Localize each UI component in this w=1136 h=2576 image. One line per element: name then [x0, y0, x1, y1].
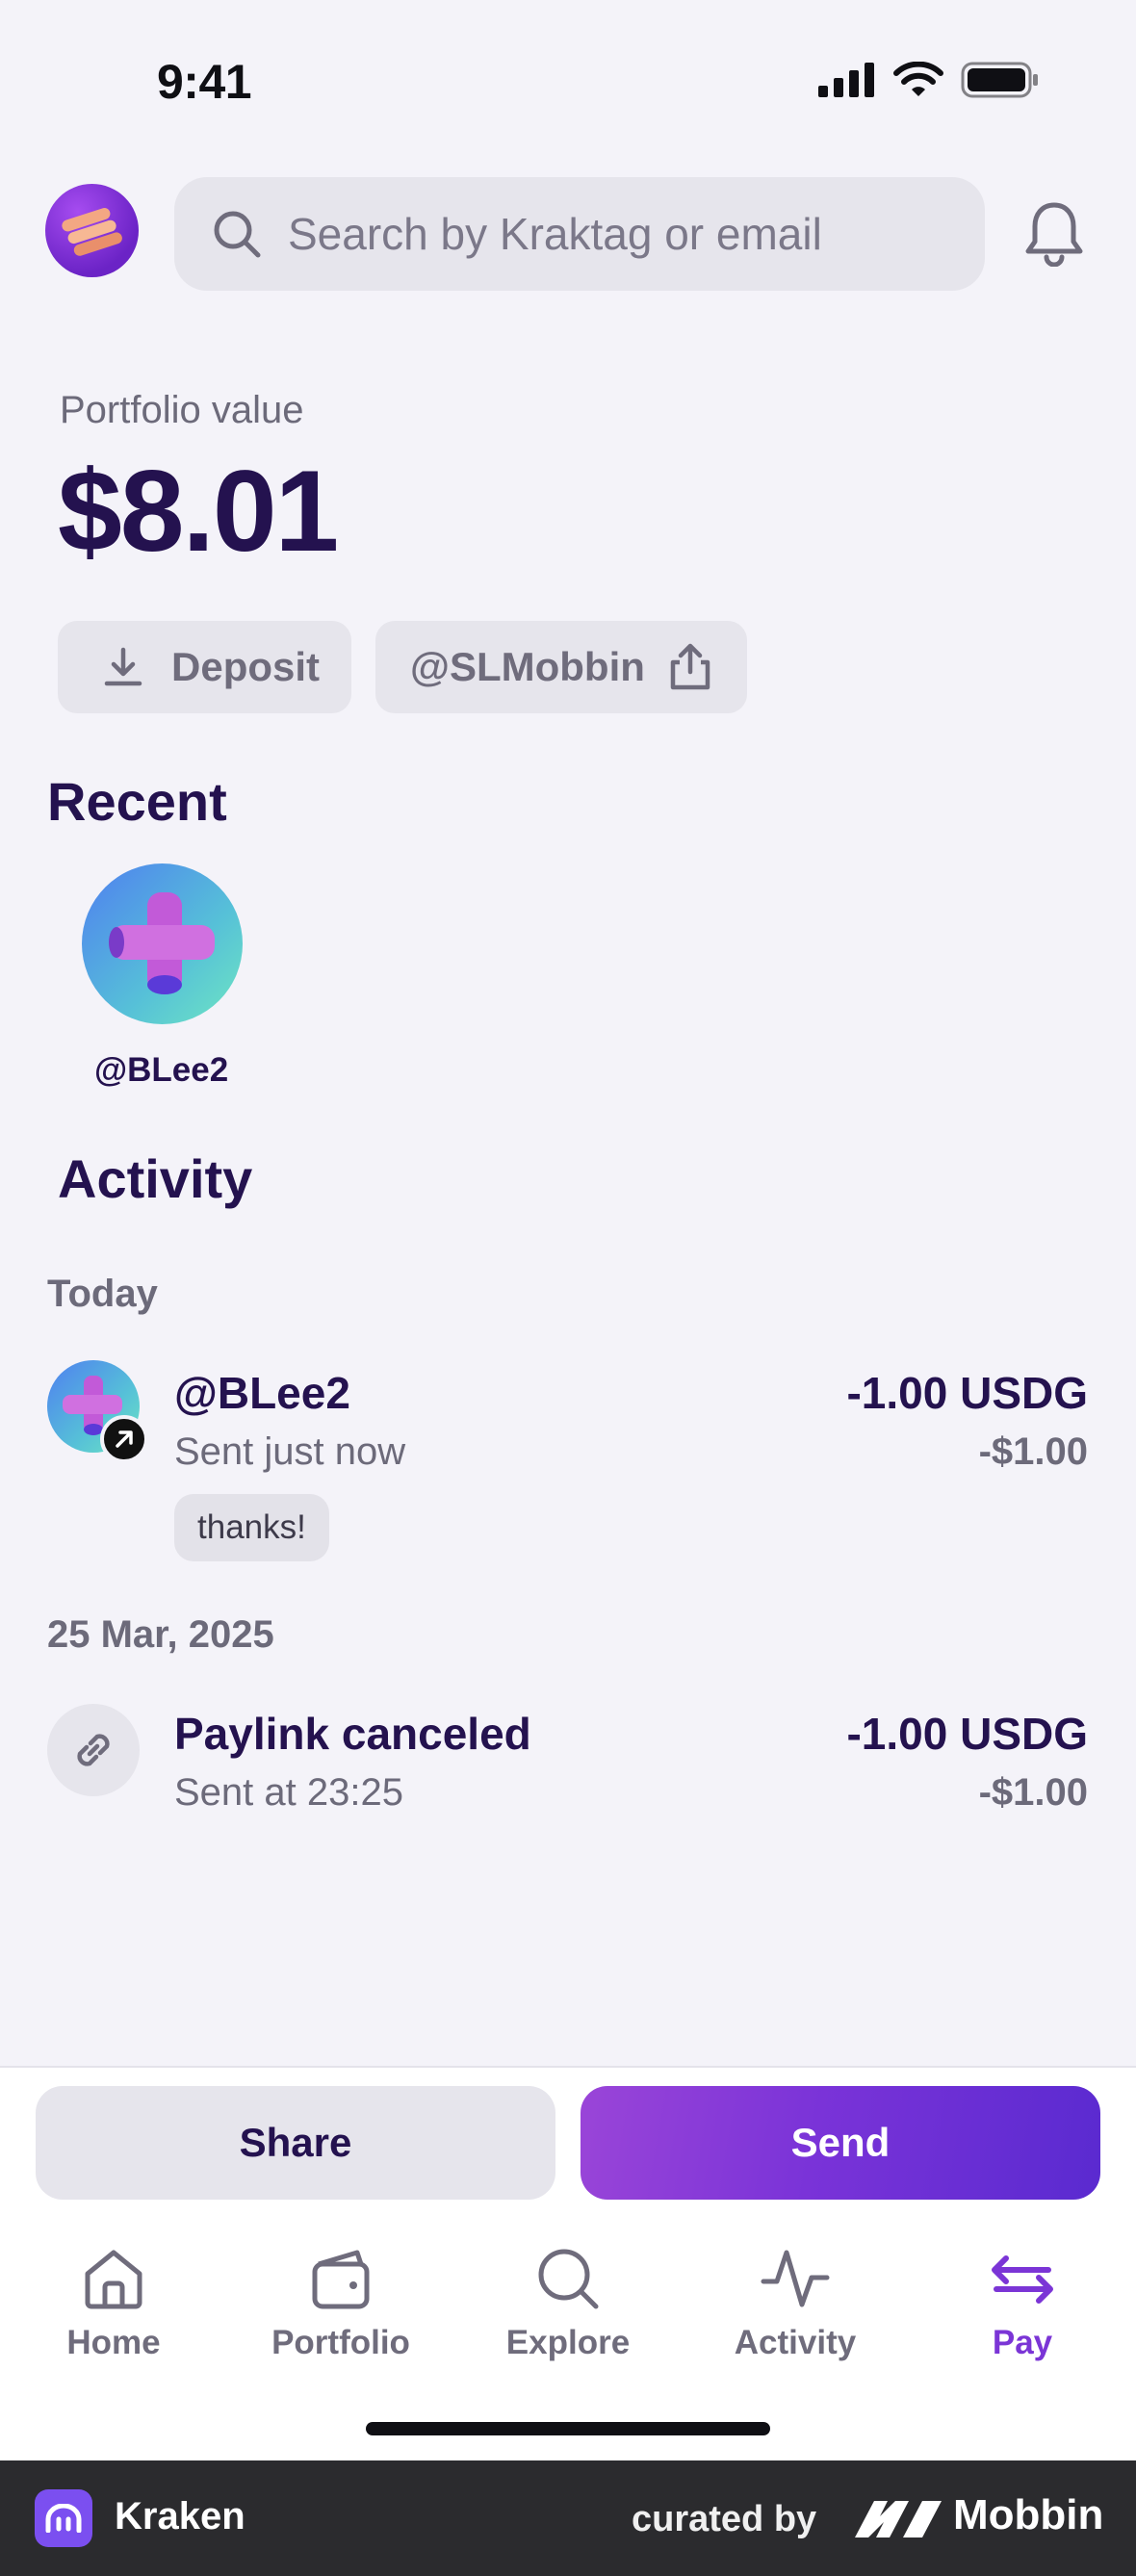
tab-label: Portfolio [271, 2324, 410, 2361]
activity-item-title: Paylink canceled [174, 1709, 531, 1759]
deposit-button[interactable]: Deposit [58, 621, 351, 713]
recent-contact-avatar[interactable] [82, 863, 243, 1024]
search-input[interactable] [288, 208, 962, 260]
activity-item-amount: -1.00 USDG [846, 1709, 1088, 1759]
wifi-icon [893, 62, 943, 96]
kraktag-label: @SLMobbin [410, 644, 645, 689]
activity-icon [761, 2250, 830, 2307]
wallet-icon [312, 2250, 370, 2309]
profile-avatar[interactable] [45, 184, 139, 277]
search-icon [214, 211, 261, 258]
recent-title: Recent [47, 771, 227, 832]
footer-bar: Kraken curated by Mobbin [0, 2460, 1136, 2576]
battery-icon [961, 62, 1038, 98]
activity-group-label: 25 Mar, 2025 [47, 1613, 274, 1656]
activity-group-label: Today [47, 1273, 158, 1315]
footer-curator: Mobbin [953, 2491, 1104, 2538]
link-icon [47, 1704, 140, 1796]
tab-label: Explore [505, 2324, 631, 2361]
tab-bar: Home Portfolio Explore Activity Pay [0, 2243, 1136, 2378]
portfolio-value: $8.01 [58, 447, 339, 576]
home-icon [85, 2250, 142, 2309]
share-icon [670, 643, 710, 690]
home-indicator [366, 2422, 770, 2435]
footer-curated-by: curated by [632, 2499, 817, 2539]
tab-home[interactable]: Home [0, 2243, 227, 2362]
pay-screen: 9:41 Search by Kraktag or email Portfoli… [0, 0, 1136, 2576]
recent-contact-name[interactable]: @BLee2 [94, 1051, 228, 1090]
transfer-icon [992, 2255, 1053, 2304]
tab-portfolio[interactable]: Portfolio [227, 2243, 454, 2362]
tab-label: Home [66, 2324, 161, 2361]
activity-item-subtitle: Sent at 23:25 [174, 1771, 403, 1814]
kraktag-share-button[interactable]: @SLMobbin [375, 621, 747, 713]
activity-title: Activity [58, 1148, 253, 1209]
send-button[interactable]: Send [581, 2086, 1100, 2200]
search-icon [538, 2249, 599, 2309]
activity-item-amount: -1.00 USDG [846, 1368, 1088, 1418]
portfolio-label: Portfolio value [60, 389, 304, 431]
activity-note: thanks! [174, 1494, 329, 1561]
stack-icon [62, 208, 122, 256]
search-bar[interactable] [174, 177, 985, 291]
activity-item-fiat: -$1.00 [978, 1430, 1088, 1473]
activity-item-fiat: -$1.00 [978, 1771, 1088, 1814]
footer-brand: Kraken [115, 2495, 245, 2537]
status-time: 9:41 [157, 55, 252, 109]
bell-icon[interactable] [1022, 199, 1086, 267]
activity-item-title: @BLee2 [174, 1368, 350, 1418]
kraken-logo-icon [35, 2489, 92, 2547]
share-button[interactable]: Share [36, 2086, 555, 2200]
tab-explore[interactable]: Explore [454, 2243, 682, 2362]
tab-pay[interactable]: Pay [909, 2243, 1136, 2362]
activity-item-subtitle: Sent just now [174, 1430, 406, 1473]
plus-3d-icon [109, 892, 215, 994]
download-icon [104, 647, 142, 686]
tab-activity[interactable]: Activity [682, 2243, 909, 2362]
deposit-label: Deposit [171, 644, 321, 689]
mobbin-logo-icon [855, 2501, 942, 2537]
tab-label: Activity [734, 2324, 857, 2361]
arrow-up-right-icon [100, 1415, 148, 1463]
signal-icon [818, 63, 874, 97]
status-icons [818, 62, 1040, 98]
tab-label: Pay [992, 2324, 1053, 2361]
